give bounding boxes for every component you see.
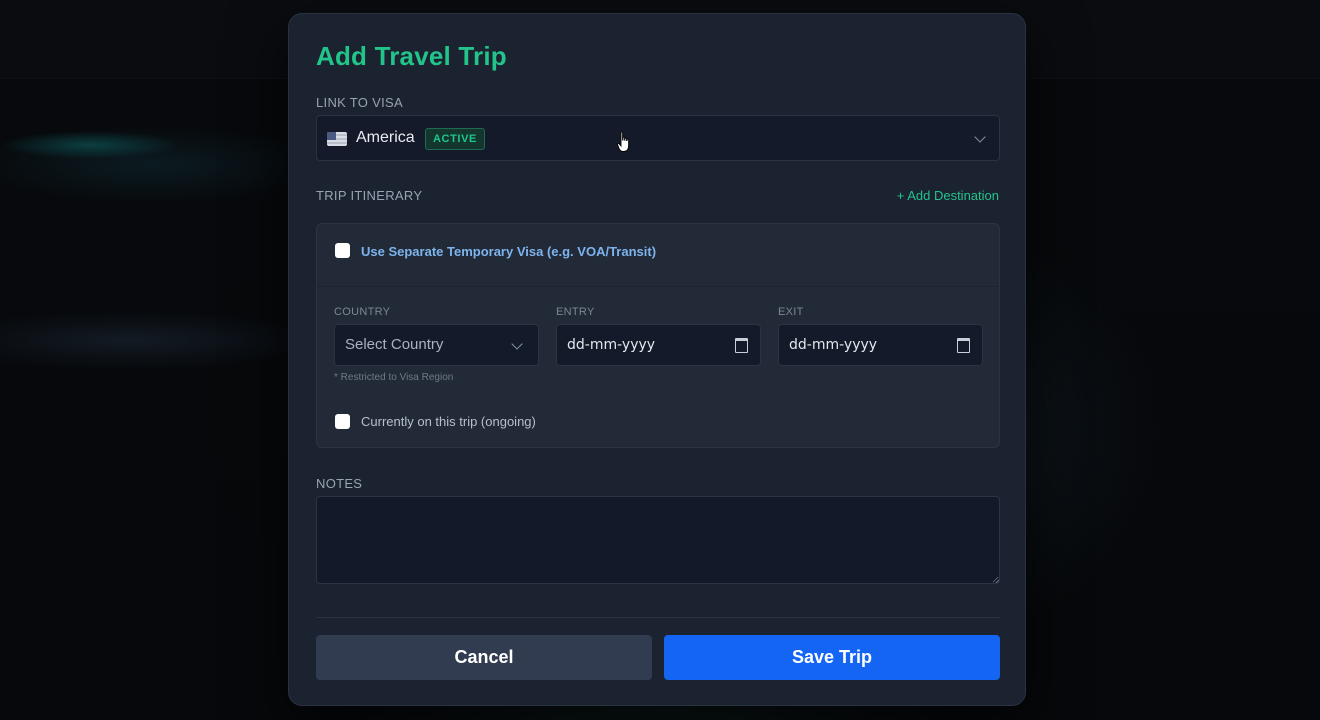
notes-textarea[interactable] <box>316 496 1000 584</box>
calendar-icon[interactable] <box>957 338 970 353</box>
country-select-placeholder: Select Country <box>345 336 444 353</box>
visa-select[interactable]: America ACTIVE <box>316 115 1000 161</box>
country-select[interactable]: Select Country <box>334 324 539 366</box>
chevron-down-icon <box>511 338 523 350</box>
restriction-hint: * Restricted to Visa Region <box>334 372 454 383</box>
notes-label: NOTES <box>316 476 363 491</box>
exit-column-label: EXIT <box>778 306 804 318</box>
ongoing-label[interactable]: Currently on this trip (ongoing) <box>361 414 536 429</box>
link-to-visa-label: LINK TO VISA <box>316 95 403 110</box>
save-trip-button[interactable]: Save Trip <box>664 635 1000 680</box>
exit-date-value: dd-mm-yyyy <box>789 337 878 353</box>
visa-selected-value: America <box>356 129 415 146</box>
chevron-down-icon <box>974 131 986 143</box>
us-flag-icon <box>327 132 347 146</box>
resize-handle-icon[interactable] <box>993 577 999 583</box>
temporary-visa-label[interactable]: Use Separate Temporary Visa (e.g. VOA/Tr… <box>361 244 656 259</box>
dialog-title: Add Travel Trip <box>316 41 507 71</box>
temporary-visa-row: Use Separate Temporary Visa (e.g. VOA/Tr… <box>317 224 999 287</box>
exit-date-input[interactable]: dd-mm-yyyy <box>778 324 983 366</box>
cancel-button[interactable]: Cancel <box>316 635 652 680</box>
country-column-label: COUNTRY <box>334 306 391 318</box>
entry-column-label: ENTRY <box>556 306 595 318</box>
ongoing-checkbox[interactable] <box>335 414 350 429</box>
itinerary-card: Use Separate Temporary Visa (e.g. VOA/Tr… <box>316 223 1000 448</box>
visa-status-badge: ACTIVE <box>425 128 485 150</box>
trip-itinerary-label: TRIP ITINERARY <box>316 188 423 203</box>
footer-divider <box>316 617 1000 618</box>
entry-date-input[interactable]: dd-mm-yyyy <box>556 324 761 366</box>
calendar-icon[interactable] <box>735 338 748 353</box>
hand-cursor-icon <box>617 131 630 152</box>
entry-date-value: dd-mm-yyyy <box>567 337 656 353</box>
add-trip-dialog: Add Travel Trip LINK TO VISA America ACT… <box>288 13 1026 706</box>
temporary-visa-checkbox[interactable] <box>335 243 350 258</box>
add-destination-button[interactable]: + Add Destination <box>897 188 999 203</box>
